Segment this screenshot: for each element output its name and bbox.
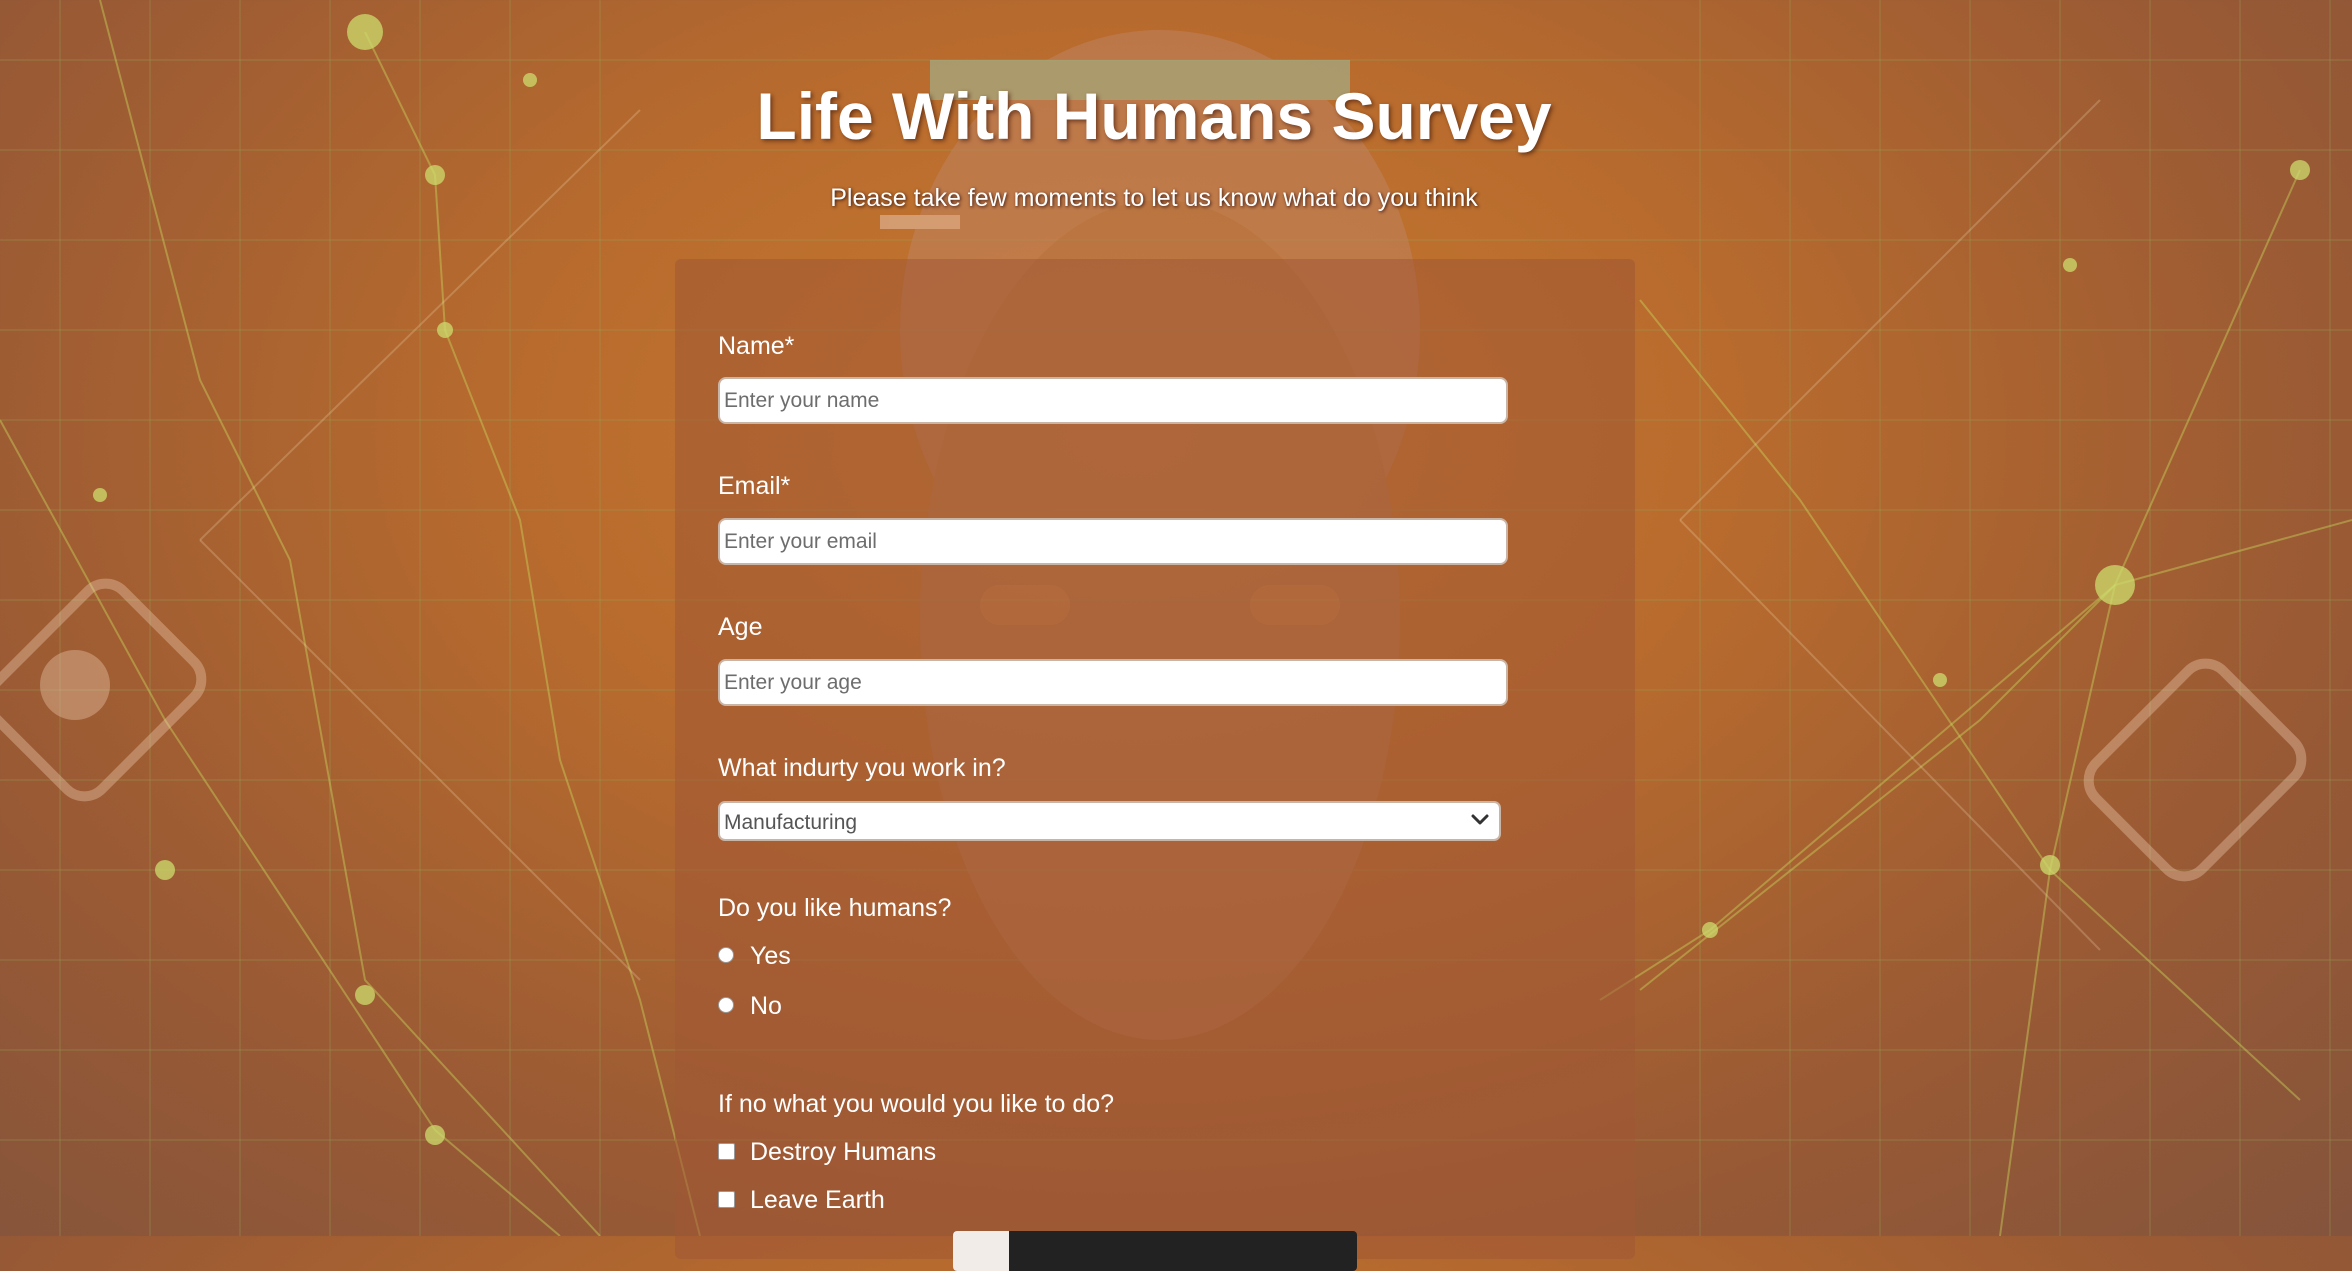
industry-select[interactable]: Manufacturing	[718, 801, 1501, 841]
if-no-question: If no what you would you like to do?	[718, 1090, 1115, 1118]
page-subtitle: Please take few moments to let us know w…	[830, 184, 1478, 212]
checkbox-leave-earth[interactable]	[718, 1191, 735, 1208]
checkbox-destroy-humans-label: Destroy Humans	[750, 1138, 937, 1166]
industry-label: What indurty you work in?	[718, 754, 1006, 782]
survey-form: Name* Email* Age What indurty you work i…	[675, 259, 1635, 1271]
radio-no[interactable]	[718, 997, 734, 1013]
email-label: Email*	[718, 472, 791, 500]
like-humans-question: Do you like humans?	[718, 894, 952, 922]
checkbox-leave-earth-label: Leave Earth	[750, 1186, 885, 1214]
chevron-down-icon	[1471, 814, 1489, 825]
page-title: Life With Humans Survey	[756, 79, 1552, 153]
age-label: Age	[718, 613, 763, 641]
submit-button-edge	[953, 1231, 1009, 1271]
name-label: Name*	[718, 332, 795, 360]
submit-button-partial[interactable]	[953, 1231, 1357, 1271]
checkbox-destroy-humans[interactable]	[718, 1143, 735, 1160]
radio-no-label: No	[750, 992, 782, 1020]
age-field[interactable]	[718, 659, 1508, 706]
name-field[interactable]	[718, 377, 1508, 424]
radio-yes[interactable]	[718, 947, 734, 963]
industry-selected-value: Manufacturing	[724, 811, 858, 834]
radio-yes-label: Yes	[750, 942, 791, 970]
email-field[interactable]	[718, 518, 1508, 565]
